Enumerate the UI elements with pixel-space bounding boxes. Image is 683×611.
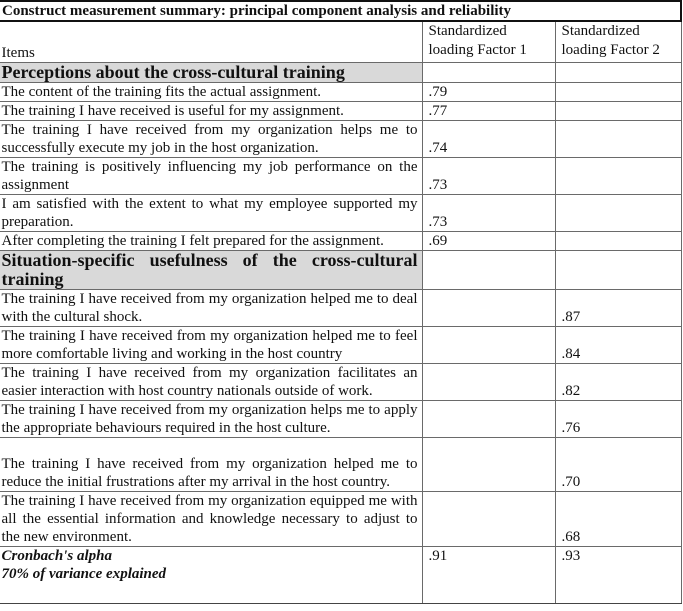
item-text: The training I have received from my org…	[0, 289, 423, 327]
construct-measurement-table: Construct measurement summary: principal…	[0, 0, 683, 604]
factor1-value	[421, 326, 556, 364]
factor1-value	[421, 437, 556, 492]
table-title: Construct measurement summary: principal…	[0, 0, 683, 22]
item-text: The training I have received from my org…	[0, 326, 423, 364]
table-row: The training I have received from my org…	[0, 120, 682, 158]
section-empty-cell	[554, 250, 682, 290]
section-empty-cell	[421, 62, 556, 83]
item-text: After completing the training I felt pre…	[0, 231, 423, 251]
reliability-footer-row: Cronbach's alpha 70% of variance explain…	[0, 546, 682, 604]
factor2-alpha-value: .93	[554, 546, 682, 604]
table-row: The content of the training fits the act…	[0, 82, 682, 102]
factor1-value	[421, 491, 556, 547]
section-header-row: Perceptions about the cross-cultural tra…	[0, 62, 682, 83]
factor2-value	[554, 194, 682, 232]
item-text: The training I have received from my org…	[0, 491, 423, 547]
table-row: The training I have received from my org…	[0, 363, 682, 401]
table-row: The training I have received from my org…	[0, 289, 682, 327]
table-row: I am satisfied with the extent to what m…	[0, 194, 682, 232]
factor2-value	[554, 101, 682, 121]
factor2-value: .68	[554, 491, 682, 547]
cronbach-alpha-label: Cronbach's alpha	[1, 548, 112, 564]
factor2-value: .84	[554, 326, 682, 364]
factor1-value: .74	[421, 120, 556, 158]
section-empty-cell	[421, 250, 556, 290]
column-header-items: Items	[0, 20, 423, 63]
factor1-value: .77	[421, 101, 556, 121]
item-text: The training I have received from my org…	[0, 120, 423, 158]
item-text: The training I have received from my org…	[0, 363, 423, 401]
column-header-row: Items Standardized loading Factor 1 Stan…	[0, 20, 682, 63]
factor2-value	[554, 231, 682, 251]
table-row: The training I have received from my org…	[0, 400, 682, 438]
column-header-factor1: Standardized loading Factor 1	[421, 20, 556, 63]
factor1-value	[421, 363, 556, 401]
factor2-value	[554, 82, 682, 102]
section-label: Perceptions about the cross-cultural tra…	[0, 62, 423, 83]
section-label: Situation-specific usefulness of the cro…	[0, 250, 423, 290]
factor2-value: .70	[554, 437, 682, 492]
variance-explained-label: 70% of variance explained	[1, 566, 167, 582]
factor2-value	[554, 157, 682, 195]
item-text: The training I have received is useful f…	[0, 101, 423, 121]
table-row: The training I have received from my org…	[0, 491, 682, 547]
item-text: I am satisfied with the extent to what m…	[0, 194, 423, 232]
factor1-value: .69	[421, 231, 556, 251]
factor2-value	[554, 120, 682, 158]
factor1-value	[421, 400, 556, 438]
footer-labels: Cronbach's alpha 70% of variance explain…	[0, 546, 423, 604]
table-row: The training I have received is useful f…	[0, 101, 682, 121]
section-empty-cell	[554, 62, 682, 83]
table-row: The training is positively influencing m…	[0, 157, 682, 195]
table-row: The training I have received from my org…	[0, 326, 682, 364]
factor1-value: .79	[421, 82, 556, 102]
table-row: After completing the training I felt pre…	[0, 231, 682, 251]
factor2-value: .87	[554, 289, 682, 327]
item-text: The training I have received from my org…	[0, 437, 423, 492]
factor2-value: .82	[554, 363, 682, 401]
factor1-value: .73	[421, 157, 556, 195]
section-header-row: Situation-specific usefulness of the cro…	[0, 250, 682, 290]
factor1-alpha-value: .91	[421, 546, 556, 604]
factor1-value	[421, 289, 556, 327]
table-row: The training I have received from my org…	[0, 437, 682, 492]
item-text: The content of the training fits the act…	[0, 82, 423, 102]
factor1-value: .73	[421, 194, 556, 232]
factor2-value: .76	[554, 400, 682, 438]
column-header-factor2: Standardized loading Factor 2	[554, 20, 682, 63]
item-text: The training is positively influencing m…	[0, 157, 423, 195]
item-text: The training I have received from my org…	[0, 400, 423, 438]
table-title-row: Construct measurement summary: principal…	[0, 0, 683, 22]
